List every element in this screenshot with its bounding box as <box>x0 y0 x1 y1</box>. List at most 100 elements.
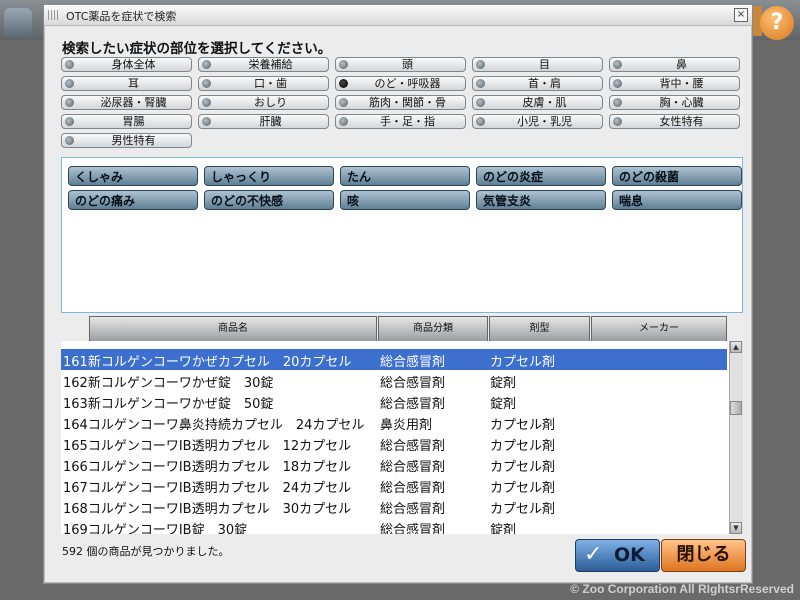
body-part-button[interactable]: 胃腸 <box>61 114 192 129</box>
column-header-name[interactable]: 商品名 <box>89 316 377 342</box>
symptom-label: 気管支炎 <box>483 194 532 208</box>
body-part-label: 首・肩 <box>528 77 561 90</box>
dialog-title: OTC薬品を症状で検索 <box>66 10 177 23</box>
radio-icon <box>339 117 348 126</box>
radio-icon <box>613 117 622 126</box>
symptom-label: たん <box>347 170 372 184</box>
product-name: 166コルゲンコーワIB透明カプセル 18カプセル <box>63 460 352 475</box>
radio-icon <box>202 79 211 88</box>
body-part-label: 肝臓 <box>259 115 282 128</box>
table-row[interactable]: 166コルゲンコーワIB透明カプセル 18カプセル 総合感冒剤 カプセル剤 <box>61 454 727 475</box>
body-part-button[interactable]: 女性特有 <box>609 114 740 129</box>
symptom-label: のどの炎症 <box>483 170 544 184</box>
symptom-label: のどの殺菌 <box>619 170 680 184</box>
symptom-button[interactable]: 気管支炎 <box>476 190 606 210</box>
body-part-label: 男性特有 <box>111 134 156 147</box>
body-part-button[interactable]: 泌尿器・腎臓 <box>61 95 192 110</box>
close-icon[interactable]: × <box>734 8 748 22</box>
table-row[interactable]: 168コルゲンコーワIB透明カプセル 30カプセル 総合感冒剤 カプセル剤 <box>61 496 727 517</box>
table-row[interactable]: 165コルゲンコーワIB透明カプセル 12カプセル 総合感冒剤 カプセル剤 <box>61 433 727 454</box>
radio-icon <box>202 60 211 69</box>
pen-icon <box>4 8 32 36</box>
product-category: 総合感冒剤 <box>380 460 446 475</box>
product-form: カプセル剤 <box>490 502 556 517</box>
body-part-button[interactable]: 耳 <box>61 76 192 91</box>
body-part-button[interactable]: 鼻 <box>609 57 740 72</box>
grip-icon <box>48 10 60 20</box>
body-part-label: 耳 <box>128 77 139 90</box>
table-row[interactable]: 162新コルゲンコーワかぜ錠 30錠 総合感冒剤 錠剤 <box>61 370 727 391</box>
body-part-label: のど・呼吸器 <box>374 77 441 90</box>
body-part-button[interactable]: 首・肩 <box>472 76 603 91</box>
radio-icon <box>613 98 622 107</box>
column-header-maker[interactable]: メーカー <box>591 316 727 342</box>
scroll-down-icon[interactable]: ▼ <box>730 522 742 534</box>
product-form: カプセル剤 <box>490 481 556 496</box>
table-row[interactable]: 163新コルゲンコーワかぜ錠 50錠 総合感冒剤 錠剤 <box>61 391 727 412</box>
body-part-button[interactable]: 男性特有 <box>61 133 192 148</box>
radio-icon <box>339 60 348 69</box>
body-part-label: 小児・乳児 <box>517 115 572 128</box>
dialog-titlebar[interactable]: OTC薬品を症状で検索 × <box>44 5 752 26</box>
radio-selected-icon <box>339 79 348 88</box>
body-part-button[interactable]: 皮膚・肌 <box>472 95 603 110</box>
symptom-button[interactable]: 喘息 <box>612 190 742 210</box>
product-category: 総合感冒剤 <box>380 439 446 454</box>
table-row[interactable]: 161新コルゲンコーワかぜカプセル 20カプセル 総合感冒剤 カプセル剤 <box>61 349 727 370</box>
symptom-button[interactable]: のどの殺菌 <box>612 166 742 186</box>
symptom-label: 喘息 <box>619 194 644 208</box>
body-part-button[interactable]: 栄養補給 <box>198 57 329 72</box>
body-part-button[interactable]: 頭 <box>335 57 466 72</box>
body-part-label: 胸・心臓 <box>659 96 704 109</box>
body-part-button[interactable]: 口・歯 <box>198 76 329 91</box>
symptom-button[interactable]: のどの痛み <box>68 190 198 210</box>
body-part-button[interactable]: 背中・腰 <box>609 76 740 91</box>
radio-icon <box>65 136 74 145</box>
body-part-button[interactable]: 手・足・指 <box>335 114 466 129</box>
body-part-button[interactable]: 身体全体 <box>61 57 192 72</box>
body-part-button[interactable]: 筋肉・関節・骨 <box>335 95 466 110</box>
product-list-scrollbar[interactable]: ▲ ▼ <box>729 341 743 534</box>
close-button-label: 閉じる <box>676 544 731 565</box>
body-part-label: 泌尿器・腎臓 <box>100 96 167 109</box>
body-part-button[interactable]: のど・呼吸器 <box>335 76 466 91</box>
radio-icon <box>202 117 211 126</box>
ok-button[interactable]: ✓ OK <box>575 539 660 572</box>
symptom-button[interactable]: 咳 <box>340 190 470 210</box>
product-name: 169コルゲンコーワIB錠 30錠 <box>63 523 248 534</box>
product-category: 鼻炎用剤 <box>380 418 433 433</box>
symptom-button[interactable]: くしゃみ <box>68 166 198 186</box>
symptom-button[interactable]: のどの不快感 <box>204 190 334 210</box>
product-name: 164コルゲンコーワ鼻炎持続カプセル 24カプセル <box>63 418 365 433</box>
check-icon: ✓ <box>584 542 603 567</box>
radio-icon <box>613 79 622 88</box>
scroll-thumb[interactable] <box>730 401 742 415</box>
symptom-button[interactable]: しゃっくり <box>204 166 334 186</box>
radio-icon <box>476 79 485 88</box>
body-part-label: 口・歯 <box>254 77 287 90</box>
body-part-button[interactable]: 肝臓 <box>198 114 329 129</box>
table-row[interactable]: 169コルゲンコーワIB錠 30錠 総合感冒剤 錠剤 <box>61 517 727 534</box>
body-part-label: 胃腸 <box>122 115 145 128</box>
scroll-up-icon[interactable]: ▲ <box>730 341 742 353</box>
symptom-button[interactable]: たん <box>340 166 470 186</box>
product-list[interactable]: 161新コルゲンコーワかぜカプセル 20カプセル 総合感冒剤 カプセル剤 162新コル… <box>61 341 729 534</box>
table-row[interactable]: 167コルゲンコーワIB透明カプセル 24カプセル 総合感冒剤 カプセル剤 <box>61 475 727 496</box>
help-icon[interactable]: ? <box>760 6 794 40</box>
column-header-form[interactable]: 剤型 <box>489 316 590 342</box>
product-name: 165コルゲンコーワIB透明カプセル 12カプセル <box>63 439 352 454</box>
symptom-label: のどの不快感 <box>211 194 284 208</box>
symptom-label: 咳 <box>347 194 360 208</box>
result-count: 592 個の商品が見つかりました。 <box>62 545 230 558</box>
body-part-button[interactable]: 小児・乳児 <box>472 114 603 129</box>
close-button[interactable]: 閉じる <box>661 539 746 572</box>
product-name: 167コルゲンコーワIB透明カプセル 24カプセル <box>63 481 352 496</box>
body-part-button[interactable]: 目 <box>472 57 603 72</box>
body-part-button[interactable]: おしり <box>198 95 329 110</box>
radio-icon <box>65 79 74 88</box>
otc-search-dialog: OTC薬品を症状で検索 × 検索したい症状の部位を選択してください。 身体全体 栄… <box>43 4 753 584</box>
column-header-category[interactable]: 商品分類 <box>378 316 488 342</box>
symptom-button[interactable]: のどの炎症 <box>476 166 606 186</box>
body-part-button[interactable]: 胸・心臓 <box>609 95 740 110</box>
table-row[interactable]: 164コルゲンコーワ鼻炎持続カプセル 24カプセル 鼻炎用剤 カプセル剤 <box>61 412 727 433</box>
